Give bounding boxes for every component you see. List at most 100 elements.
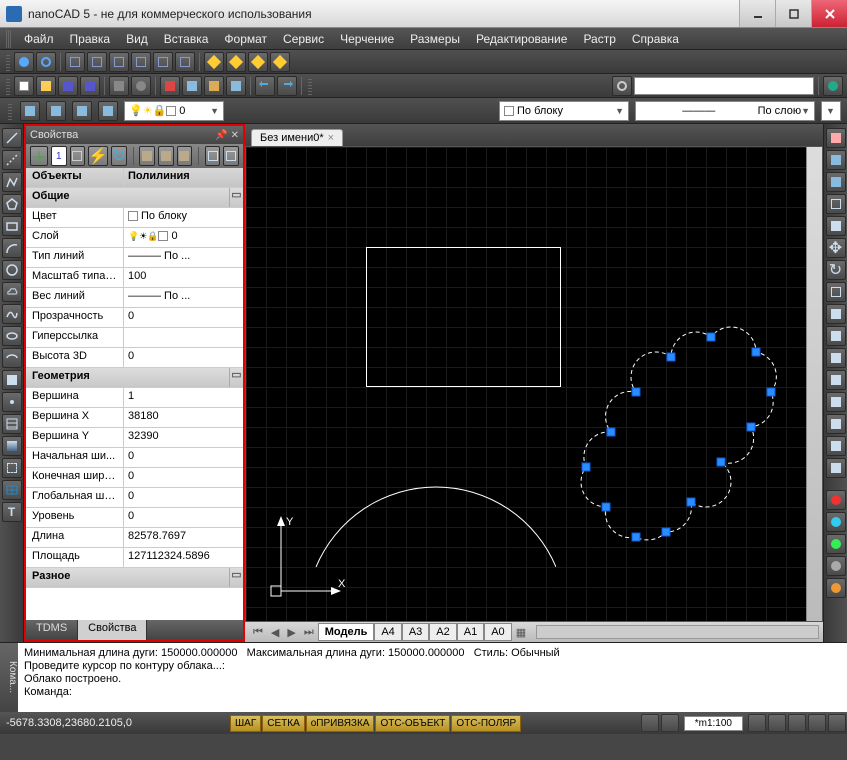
toolbar-grip[interactable] [6,53,10,71]
open-icon[interactable] [36,76,56,96]
rectangle-icon[interactable] [2,216,22,236]
iso-nw-icon[interactable] [270,52,290,72]
copy-obj-icon[interactable] [826,150,846,170]
prop-row[interactable]: Площадь127112324.5896 [26,548,243,568]
prop-row[interactable]: Масштаб типа ...100 [26,268,243,288]
prop-refresh-icon[interactable]: ↻ [111,146,127,166]
tab-next-icon[interactable]: ▶ [283,626,299,639]
prop-value[interactable]: 0 [124,508,243,527]
prop-value[interactable]: 127112324.5896 [124,548,243,567]
prop-row[interactable]: Начальная ши...0 [26,448,243,468]
prop-section-general[interactable]: Общие ▭ [26,188,243,208]
render-icon[interactable] [826,490,846,510]
search-icon[interactable] [612,76,632,96]
prop-row[interactable]: Уровень0 [26,508,243,528]
prop-row[interactable]: Вершина1 [26,388,243,408]
save-icon[interactable] [58,76,78,96]
prop-pick-icon[interactable] [70,146,86,166]
menu-draw[interactable]: Черчение [333,30,401,48]
view-left-icon[interactable] [109,52,129,72]
ellipse-arc-icon[interactable] [2,348,22,368]
scale-display[interactable]: *m1:100 [684,716,743,731]
prop-value[interactable]: 0 [124,468,243,487]
linetype-dropdown[interactable]: ——— По слою ▼ [635,101,815,121]
menu-format[interactable]: Формат [217,30,274,48]
prop-value[interactable]: 100 [124,268,243,287]
prop-row[interactable]: Вес линий——— По ... [26,288,243,308]
tab-add-icon[interactable]: ▦ [512,626,530,639]
scrollbar-horizontal[interactable] [536,625,819,639]
pin-icon[interactable]: 📌 ✕ [215,130,239,141]
break-icon[interactable] [826,370,846,390]
minimize-button[interactable] [739,0,775,27]
prop-value[interactable]: ——— По ... [124,288,243,307]
prop-value[interactable]: 0 [124,308,243,327]
view-top-icon[interactable] [65,52,85,72]
rotate-icon[interactable]: ↻ [826,260,846,280]
new-icon[interactable] [14,76,34,96]
fillet-icon[interactable] [826,436,846,456]
close-tab-icon[interactable]: × [328,132,334,144]
grid-toggle[interactable]: СЕТКА [262,715,305,732]
zoom-out-icon[interactable] [788,714,806,732]
tab-tdms[interactable]: TDMS [26,620,78,640]
cut-icon[interactable] [160,76,180,96]
copy-icon[interactable] [182,76,202,96]
redo-icon[interactable] [277,76,297,96]
prop-header-type[interactable]: Полилиния [124,168,243,187]
menu-raster[interactable]: Растр [576,30,622,48]
prop-match-icon[interactable] [177,146,193,166]
line-icon[interactable] [2,128,22,148]
light-icon[interactable] [826,512,846,532]
iso-se-icon[interactable] [226,52,246,72]
orbit-icon[interactable] [36,52,56,72]
table-icon[interactable] [2,480,22,500]
matchprop-icon[interactable] [226,76,246,96]
text-icon[interactable]: T [2,502,22,522]
view-front-icon[interactable] [87,52,107,72]
ray-icon[interactable] [2,150,22,170]
tab-prev-icon[interactable]: ◀ [267,626,283,639]
pan-icon[interactable] [14,52,34,72]
view-right-icon[interactable] [131,52,151,72]
menu-modify[interactable]: Редактирование [469,30,574,48]
prop-row[interactable]: Вершина X38180 [26,408,243,428]
drawing-canvas[interactable]: Y X [245,146,823,622]
menu-view[interactable]: Вид [119,30,155,48]
prop-section-misc[interactable]: Разное ▭ [26,568,243,588]
toolbar-grip[interactable] [8,102,12,120]
prop-value[interactable]: 1 [124,388,243,407]
command-label[interactable]: Кома... [0,643,18,712]
prop-select-icon[interactable]: 1 [51,146,67,166]
command-prompt[interactable]: Команда: [24,686,72,698]
prop-value[interactable]: 82578.7697 [124,528,243,547]
layer-walk-icon[interactable] [46,101,66,121]
drawn-cloud-selected[interactable] [556,317,786,557]
prop-row[interactable]: Прозрачность0 [26,308,243,328]
material-icon[interactable] [826,534,846,554]
view-bottom-icon[interactable] [175,52,195,72]
tab-properties[interactable]: Свойства [78,620,147,640]
snap-toggle[interactable]: ШАГ [230,715,261,732]
menu-help[interactable]: Справка [625,30,686,48]
hatch-icon[interactable] [2,414,22,434]
collapse-icon[interactable]: ▭ [229,188,243,207]
circle-icon[interactable] [2,260,22,280]
prop-value[interactable]: По блоку [124,208,243,227]
explode-icon[interactable] [826,458,846,478]
polygon-icon[interactable] [2,194,22,214]
close-button[interactable] [811,0,847,27]
prop-value[interactable]: 0 [124,348,243,367]
layer-lock-icon[interactable] [98,101,118,121]
prop-value[interactable]: ——— По ... [124,248,243,267]
stretch-icon[interactable] [826,304,846,324]
prop-row[interactable]: Гиперссылка [26,328,243,348]
polyline-icon[interactable] [2,172,22,192]
prop-value[interactable] [124,328,243,347]
scrollbar-vertical[interactable] [806,147,822,621]
animate-icon[interactable] [826,578,846,598]
trim-icon[interactable] [826,326,846,346]
spline-icon[interactable] [2,304,22,324]
tab-a2[interactable]: А2 [429,623,456,641]
status-icon[interactable] [748,714,766,732]
